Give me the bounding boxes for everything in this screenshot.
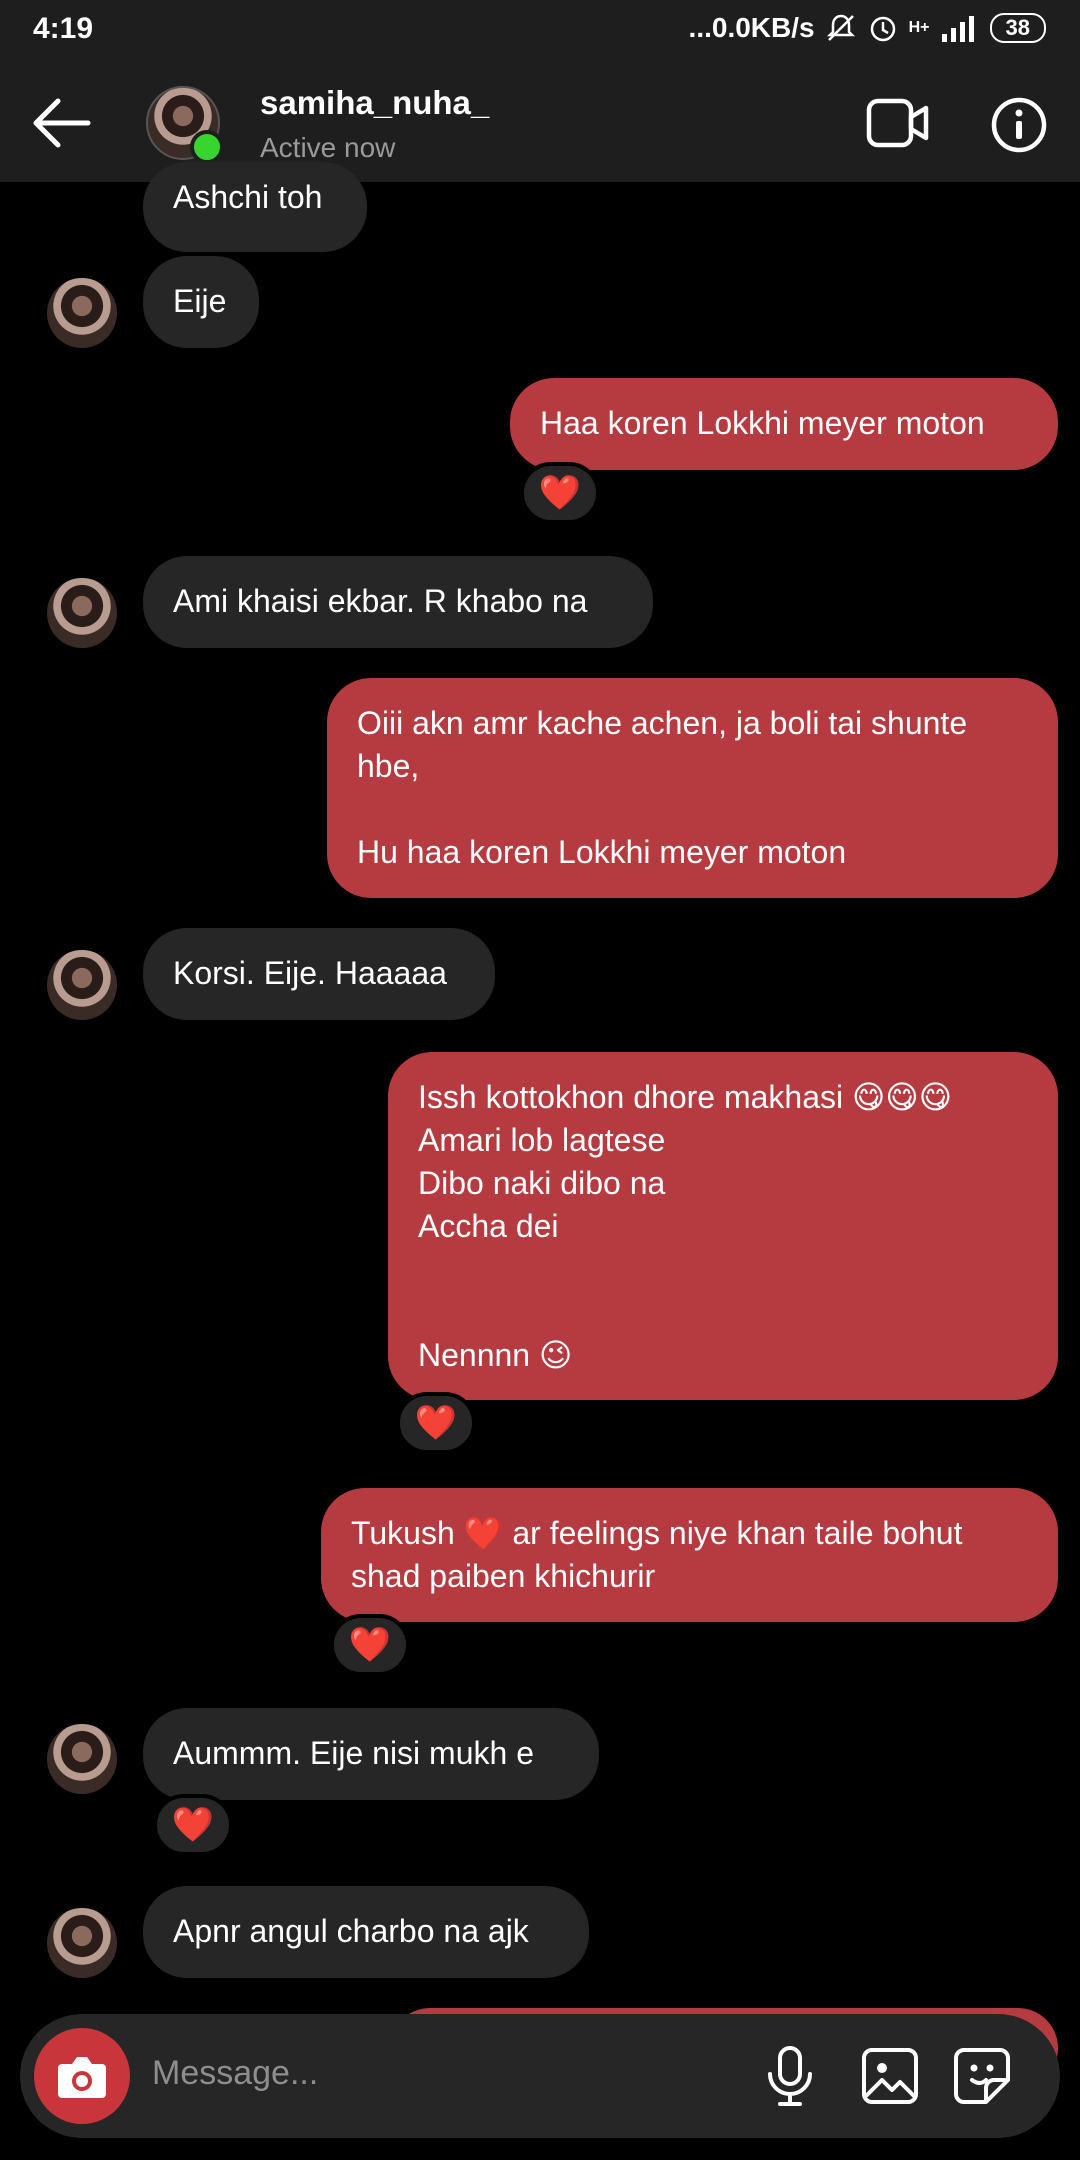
signal-type: H+ — [908, 19, 930, 36]
active-status: Active now — [260, 132, 396, 163]
reaction-heart[interactable]: ❤️ — [330, 1614, 410, 1676]
alarm-icon — [870, 16, 895, 42]
network-speed: ...0.0KB/s — [688, 12, 815, 43]
message-outgoing[interactable]: Oiii akn amr kache achen, ja boli tai sh… — [327, 678, 1058, 898]
message-incoming[interactable]: Apnr angul charbo na ajk — [143, 1886, 589, 1978]
message-incoming[interactable]: Eije — [143, 256, 259, 348]
back-arrow-icon[interactable] — [28, 96, 92, 150]
microphone-icon[interactable] — [758, 2044, 822, 2108]
message-input[interactable]: Message... — [152, 2054, 318, 2093]
message-incoming[interactable]: Ami khaisi ekbar. R khabo na — [143, 556, 653, 648]
chat-username[interactable]: samiha_nuha_ — [260, 84, 489, 122]
status-bar: 4:19 ...0.0KB/s H+ 38 — [0, 0, 1080, 62]
message-outgoing[interactable]: Haa koren Lokkhi meyer moton — [510, 378, 1058, 470]
status-time: 4:19 — [33, 12, 94, 45]
camera-icon — [58, 2057, 106, 2098]
sender-avatar[interactable] — [47, 1724, 117, 1794]
battery-indicator: 38 — [989, 13, 1046, 43]
gallery-icon[interactable] — [858, 2044, 922, 2108]
profile-avatar[interactable] — [146, 86, 224, 164]
message-outgoing[interactable]: Issh kottokhon dhore makhasi 😋😋😋 Amari l… — [388, 1052, 1058, 1400]
sticker-icon[interactable] — [950, 2044, 1014, 2108]
status-icons: ...0.0KB/s H+ 38 — [689, 12, 1046, 44]
sender-avatar[interactable] — [47, 578, 117, 648]
camera-button[interactable] — [34, 2028, 130, 2124]
video-call-icon[interactable] — [866, 96, 930, 150]
reaction-heart[interactable]: ❤️ — [520, 462, 600, 524]
info-icon[interactable] — [990, 96, 1048, 154]
message-incoming[interactable]: Aummm. Eije nisi mukh e — [143, 1708, 599, 1800]
reaction-heart[interactable]: ❤️ — [396, 1392, 476, 1454]
online-indicator — [190, 130, 224, 164]
sender-avatar[interactable] — [47, 950, 117, 1020]
message-composer: Message... — [20, 2014, 1060, 2138]
sender-avatar[interactable] — [47, 1908, 117, 1978]
chat-header: samiha_nuha_ Active now — [0, 62, 1080, 182]
reaction-heart[interactable]: ❤️ — [153, 1794, 233, 1856]
signal-icon — [941, 16, 974, 42]
message-incoming[interactable]: Korsi. Eije. Haaaaa — [143, 928, 495, 1020]
sender-avatar[interactable] — [47, 278, 117, 348]
message-outgoing[interactable]: Tukush ❤️ ar feelings niye khan taile bo… — [321, 1488, 1058, 1622]
mute-icon — [826, 14, 855, 41]
message-incoming[interactable]: Ashchi toh — [143, 162, 367, 252]
